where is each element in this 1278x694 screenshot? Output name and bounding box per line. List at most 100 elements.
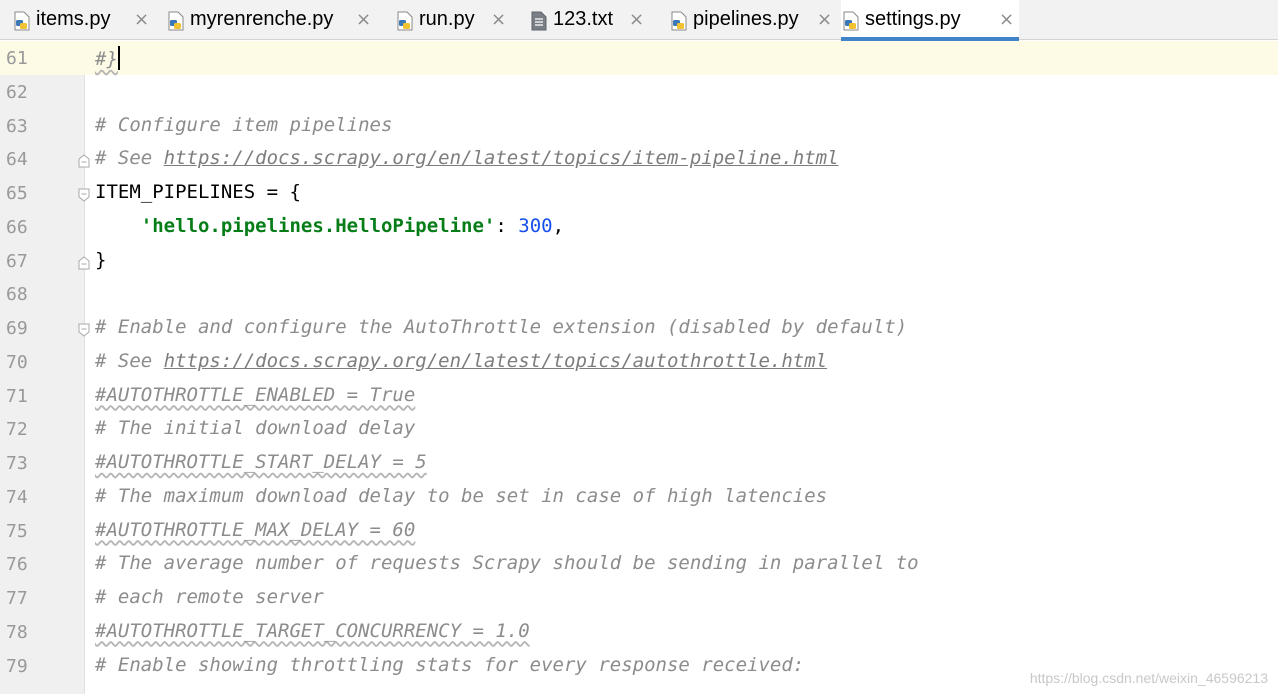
fold-end-icon[interactable] [78,255,90,269]
close-icon[interactable]: × [134,9,149,30]
code-line: 64 # See https://docs.scrapy.org/en/lates… [0,143,1278,177]
line-number: 78 [6,621,28,643]
code-line: 67} [0,245,1278,279]
code-line: 77 # each remote server [0,582,1278,616]
close-icon[interactable]: × [999,9,1014,30]
line-number: 66 [6,216,28,238]
line-number: 74 [6,486,28,508]
code-line: 65 ITEM_PIPELINES = { [0,177,1278,211]
code-line: 62 [0,76,1278,110]
line-number: 65 [6,183,28,204]
line-number: 73 [6,453,28,474]
line-number: 67 [6,250,28,272]
line-number: 75 [6,520,28,542]
tab-label: items.py [36,8,111,30]
doc-link[interactable]: https://docs.scrapy.org/en/latest/topics… [164,147,839,169]
close-icon[interactable]: × [356,9,371,30]
python-file-icon [669,11,689,31]
fold-start-icon[interactable] [78,322,90,337]
code-token: #AUTOTHROTTLE_TARGET_CONCURRENCY = 1.0 [95,619,530,642]
fold-start-icon[interactable] [78,187,90,202]
tab-label: 123.txt [553,8,614,30]
tab-myrenrenche-py[interactable]: myrenrenche.py × [166,0,378,40]
doc-link[interactable]: https://docs.scrapy.org/en/latest/topics… [164,350,827,372]
tab-label: run.py [419,8,475,30]
tab-123-txt[interactable]: 123.txt × [529,0,649,40]
code-line: 78 #AUTOTHROTTLE_TARGET_CONCURRENCY = 1.0 [0,616,1278,650]
tab-label: myrenrenche.py [190,8,334,30]
code-token: , [552,214,565,237]
code-token: } [95,248,107,271]
tab-settings-py[interactable]: settings.py × [841,0,1019,41]
line-number: 69 [6,318,28,339]
code-text[interactable]: 'hello.pipelines.HelloPipeline': 300, [95,215,564,237]
close-icon[interactable]: × [629,9,644,30]
text-caret [117,46,120,70]
code-text[interactable]: #AUTOTHROTTLE_TARGET_CONCURRENCY = 1.0 [95,620,530,642]
line-number: 71 [6,385,28,407]
line-number: 68 [6,284,28,306]
line-number: 72 [6,419,28,441]
code-text[interactable]: # Configure item pipelines [95,114,392,136]
code-text[interactable]: # The initial download delay [95,417,415,439]
text-file-icon [529,11,549,31]
code-line: 68 [0,278,1278,312]
python-file-icon [395,11,415,31]
code-token: #} [95,48,118,70]
code-token: #AUTOTHROTTLE_MAX_DELAY = 60 [95,518,416,541]
tab-label: settings.py [865,8,961,30]
tab-items-py[interactable]: items.py × [12,0,152,40]
code-text[interactable]: # The maximum download delay to be set i… [95,485,827,507]
code-text[interactable]: # The average number of requests Scrapy … [95,552,919,574]
code-line: 71 #AUTOTHROTTLE_ENABLED = True [0,380,1278,414]
line-number: 76 [6,554,28,576]
code-text[interactable]: ITEM_PIPELINES = { [95,181,301,203]
code-token: # The initial download delay [95,417,416,440]
tab-pipelines-py[interactable]: pipelines.py × [669,0,839,40]
code-text[interactable]: # each remote server [95,586,324,608]
code-line: 69 # Enable and configure the AutoThrottl… [0,312,1278,346]
code-token: #AUTOTHROTTLE_ENABLED = True [95,383,416,406]
fold-end-icon[interactable] [78,153,90,168]
code-text[interactable]: #AUTOTHROTTLE_ENABLED = True [95,384,415,406]
code-token: 'hello.pipelines.HelloPipeline' [140,214,496,237]
code-token: # Enable and configure the AutoThrottle … [95,316,908,338]
code-token: # The maximum download delay to be set i… [95,484,828,507]
code-token: #AUTOTHROTTLE_START_DELAY = 5 [95,451,427,473]
code-line: 70 # See https://docs.scrapy.org/en/lates… [0,346,1278,380]
close-icon[interactable]: × [817,9,832,30]
python-file-icon [841,11,861,31]
python-file-icon [166,11,186,31]
code-text[interactable]: # See https://docs.scrapy.org/en/latest/… [95,350,827,372]
code-token: # See [95,147,164,170]
editor-tab-bar: items.py × myrenrenche.py × run.py × 123.txt × p… [0,0,1278,41]
code-token: 300 [518,214,553,237]
python-file-icon [12,11,32,31]
line-number: 61 [6,48,28,69]
code-text[interactable]: # Enable showing throttling stats for ev… [95,654,804,676]
code-text[interactable]: #AUTOTHROTTLE_START_DELAY = 5 [95,451,427,473]
code-line: 76 # The average number of requests Scrap… [0,548,1278,582]
code-line: 72 # The initial download delay [0,413,1278,447]
line-number: 79 [6,655,28,677]
tab-run-py[interactable]: run.py × [395,0,513,40]
code-line: 61 #} [0,42,1278,76]
code-line: 63 # Configure item pipelines [0,110,1278,144]
code-line: 66 'hello.pipelines.HelloPipeline': 300, [0,211,1278,245]
line-number: 70 [6,351,28,373]
line-number: 77 [6,588,28,609]
code-text[interactable]: # Enable and configure the AutoThrottle … [95,316,907,338]
line-number: 64 [6,149,28,171]
line-number: 62 [6,81,28,103]
close-icon[interactable]: × [491,9,506,30]
code-text[interactable]: } [95,249,106,271]
code-line: 75 #AUTOTHROTTLE_MAX_DELAY = 60 [0,515,1278,549]
code-token: # each remote server [95,586,324,608]
code-token: # Enable showing throttling stats for ev… [95,653,805,676]
tab-label: pipelines.py [693,8,799,30]
code-text[interactable]: #} [95,46,120,70]
code-token: # Configure item pipelines [95,113,393,136]
code-text[interactable]: #AUTOTHROTTLE_MAX_DELAY = 60 [95,519,415,541]
code-token: # The average number of requests Scrapy … [95,552,919,575]
code-text[interactable]: # See https://docs.scrapy.org/en/latest/… [95,147,839,169]
